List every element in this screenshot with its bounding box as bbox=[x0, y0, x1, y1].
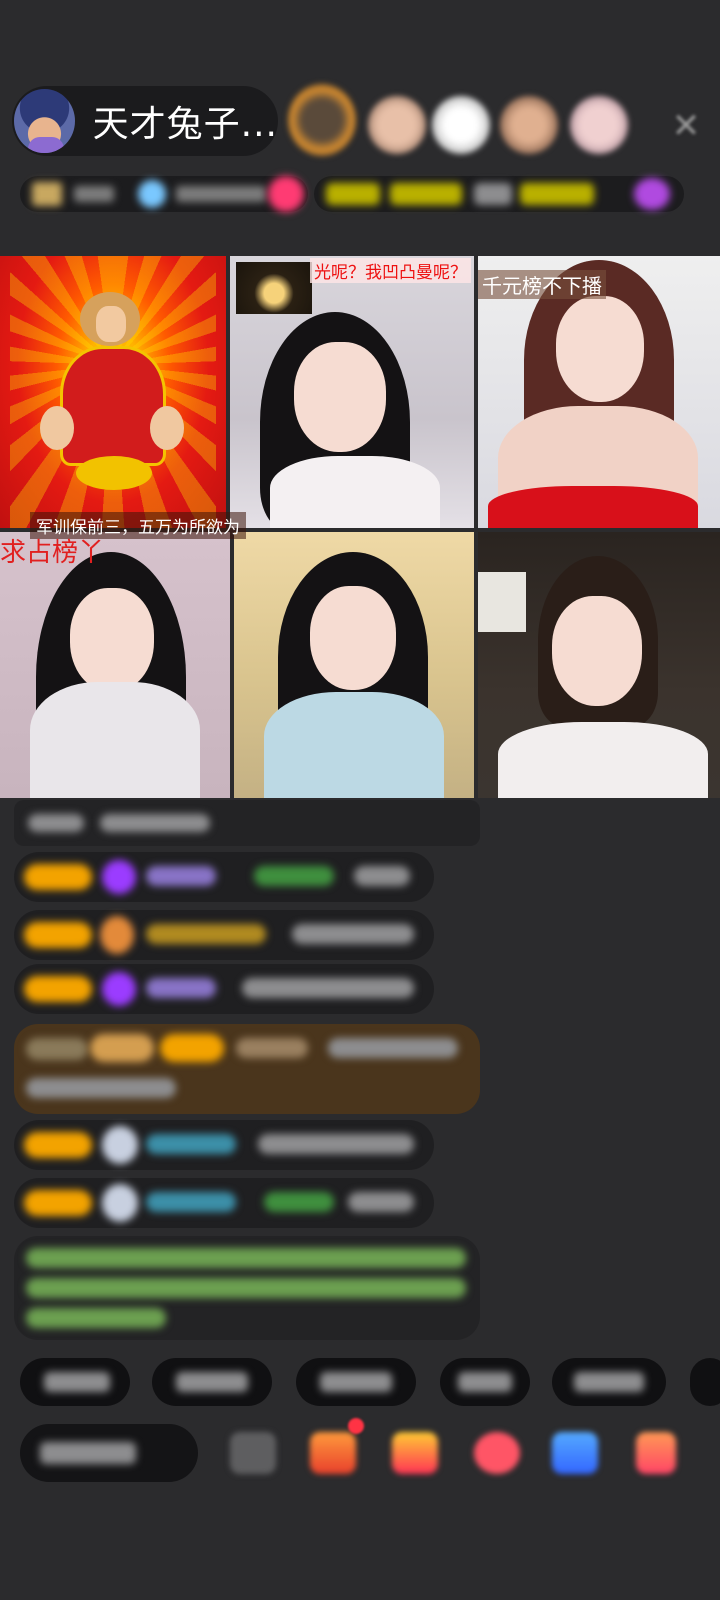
rank-text-2 bbox=[390, 183, 462, 205]
level-badge bbox=[24, 922, 92, 948]
notification-dot bbox=[348, 1418, 364, 1434]
quick-button-6[interactable] bbox=[690, 1358, 720, 1406]
quick-button-2[interactable] bbox=[152, 1358, 272, 1406]
rank-badge-icon[interactable] bbox=[634, 178, 670, 210]
video-cell-1[interactable] bbox=[0, 256, 226, 528]
gem-icon bbox=[102, 860, 136, 894]
video-cell-6[interactable] bbox=[478, 532, 720, 798]
share-icon[interactable] bbox=[552, 1432, 598, 1474]
chat-message-1[interactable] bbox=[14, 800, 480, 846]
more-icon[interactable] bbox=[636, 1432, 676, 1474]
host-avatar[interactable] bbox=[14, 89, 75, 153]
host-name[interactable]: 天才兔子... bbox=[93, 95, 278, 147]
quick-button-1[interactable] bbox=[20, 1358, 130, 1406]
video-cell-4[interactable] bbox=[0, 532, 230, 798]
top-viewer-avatar-5[interactable] bbox=[570, 96, 628, 154]
level-badge bbox=[24, 1132, 92, 1158]
gift-effect-thumbnail bbox=[236, 262, 312, 314]
top-viewer-avatar-4[interactable] bbox=[500, 96, 558, 154]
level-badge bbox=[24, 1190, 92, 1216]
quick-button-4[interactable] bbox=[440, 1358, 530, 1406]
chat-message-4[interactable] bbox=[14, 964, 434, 1014]
chat-message-highlight[interactable] bbox=[14, 1024, 480, 1114]
host-stats-pill[interactable] bbox=[20, 176, 308, 212]
treasure-icon[interactable] bbox=[392, 1432, 438, 1474]
level-badge bbox=[24, 976, 92, 1002]
host-info-pill[interactable]: 天才兔子... bbox=[12, 86, 278, 156]
chat-message-6[interactable] bbox=[14, 1178, 434, 1228]
video-cell-5[interactable] bbox=[234, 532, 474, 798]
quick-button-5[interactable] bbox=[552, 1358, 666, 1406]
gift-icon[interactable] bbox=[474, 1432, 520, 1474]
video-cell-2-caption: 光呢？我凹凸曼呢？ bbox=[310, 258, 471, 283]
system-announcement bbox=[14, 1236, 480, 1340]
top-viewer-avatar-2[interactable] bbox=[368, 96, 426, 154]
gem-icon bbox=[102, 972, 136, 1006]
gift-icon bbox=[100, 916, 134, 954]
quick-button-3[interactable] bbox=[296, 1358, 416, 1406]
gift-box-icon[interactable] bbox=[310, 1432, 356, 1474]
close-icon[interactable]: ✕ bbox=[664, 104, 708, 148]
level-badge bbox=[24, 864, 92, 890]
chat-message-3[interactable] bbox=[14, 910, 434, 960]
chat-input[interactable] bbox=[20, 1424, 198, 1482]
top-viewer-avatar-3[interactable] bbox=[432, 96, 490, 154]
video-cell-4-caption: 求占榜丫 bbox=[0, 538, 105, 568]
avatar-icon bbox=[102, 1126, 138, 1164]
avatar-icon bbox=[102, 1184, 138, 1222]
chat-message-5[interactable] bbox=[14, 1120, 434, 1170]
rank-text-1 bbox=[326, 183, 380, 205]
top-viewer-avatar-1[interactable] bbox=[288, 84, 356, 156]
rank-text-3 bbox=[474, 183, 512, 205]
emoji-icon[interactable] bbox=[230, 1432, 276, 1474]
rank-text-4 bbox=[520, 183, 594, 205]
chat-message-2[interactable] bbox=[14, 852, 434, 902]
video-cell-3-caption: 千元榜不下播 bbox=[478, 270, 606, 299]
